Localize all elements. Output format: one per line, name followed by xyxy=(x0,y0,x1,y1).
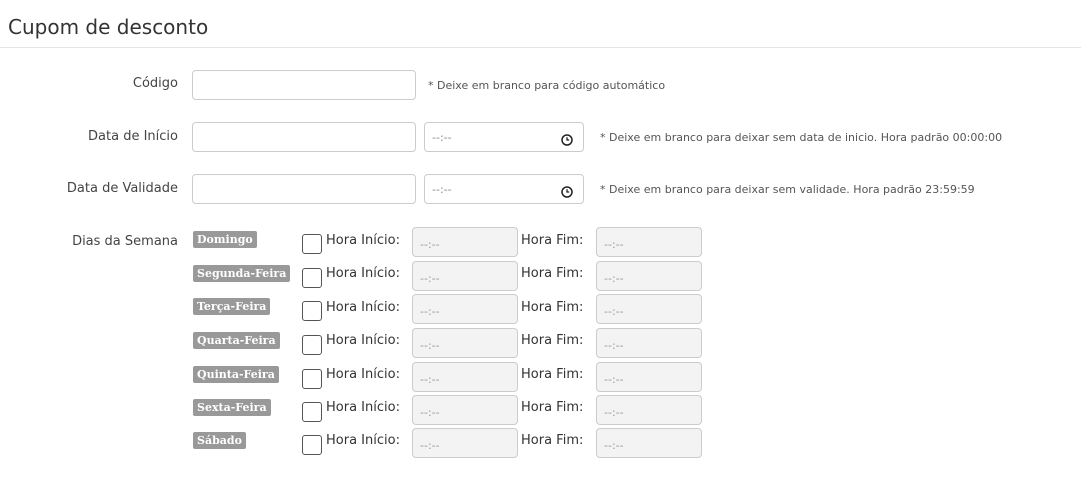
clock-icon[interactable] xyxy=(561,183,573,202)
day-checkbox-sexta[interactable] xyxy=(302,402,322,422)
hora-fim-input[interactable]: --:-- xyxy=(596,328,702,358)
day-badge-domingo: Domingo xyxy=(193,231,257,248)
hora-fim-label: Hora Fim: xyxy=(521,333,584,348)
hora-inicio-input[interactable]: --:-- xyxy=(412,362,518,392)
day-badge-quarta: Quarta-Feira xyxy=(193,332,280,349)
codigo-label: Código xyxy=(132,76,178,91)
time-placeholder: --:-- xyxy=(420,305,440,318)
page-title: Cupom de desconto xyxy=(8,15,209,39)
hora-fim-label: Hora Fim: xyxy=(521,266,584,281)
day-checkbox-quarta[interactable] xyxy=(302,335,322,355)
time-placeholder: --:-- xyxy=(432,131,452,144)
time-placeholder: --:-- xyxy=(604,439,624,452)
hora-fim-input[interactable]: --:-- xyxy=(596,227,702,257)
hora-inicio-label: Hora Início: xyxy=(326,266,400,281)
time-placeholder: --:-- xyxy=(420,238,440,251)
hora-inicio-label: Hora Início: xyxy=(326,333,400,348)
day-badge-terca: Terça-Feira xyxy=(193,298,271,315)
day-checkbox-quinta[interactable] xyxy=(302,369,322,389)
hora-inicio-input[interactable]: --:-- xyxy=(412,395,518,425)
hora-fim-input[interactable]: --:-- xyxy=(596,294,702,324)
data-validade-date-input[interactable] xyxy=(192,174,416,204)
time-placeholder: --:-- xyxy=(604,272,624,285)
title-divider xyxy=(0,47,1081,48)
codigo-input[interactable] xyxy=(192,70,416,100)
data-validade-time-input[interactable]: --:-- xyxy=(424,174,584,204)
time-placeholder: --:-- xyxy=(604,373,624,386)
hora-inicio-label: Hora Início: xyxy=(326,433,400,448)
data-validade-label: Data de Validade xyxy=(66,181,178,196)
time-placeholder: --:-- xyxy=(604,339,624,352)
time-placeholder: --:-- xyxy=(420,439,440,452)
data-inicio-date-input[interactable] xyxy=(192,122,416,152)
hora-inicio-input[interactable]: --:-- xyxy=(412,261,518,291)
data-inicio-label: Data de Início xyxy=(88,129,178,144)
day-checkbox-segunda[interactable] xyxy=(302,268,322,288)
hora-fim-input[interactable]: --:-- xyxy=(596,395,702,425)
time-placeholder: --:-- xyxy=(604,238,624,251)
time-placeholder: --:-- xyxy=(604,406,624,419)
codigo-hint: * Deixe em branco para código automático xyxy=(428,79,666,92)
hora-inicio-input[interactable]: --:-- xyxy=(412,428,518,458)
time-placeholder: --:-- xyxy=(420,373,440,386)
time-placeholder: --:-- xyxy=(420,272,440,285)
data-inicio-time-input[interactable]: --:-- xyxy=(424,122,584,152)
hora-inicio-input[interactable]: --:-- xyxy=(412,294,518,324)
day-badge-quinta: Quinta-Feira xyxy=(193,366,279,383)
hora-inicio-input[interactable]: --:-- xyxy=(412,328,518,358)
hora-inicio-label: Hora Início: xyxy=(326,400,400,415)
time-placeholder: --:-- xyxy=(432,183,452,196)
time-placeholder: --:-- xyxy=(420,406,440,419)
hora-inicio-label: Hora Início: xyxy=(326,300,400,315)
hora-fim-input[interactable]: --:-- xyxy=(596,261,702,291)
data-inicio-hint: * Deixe em branco para deixar sem data d… xyxy=(600,131,1003,144)
day-badge-sabado: Sábado xyxy=(193,432,246,449)
day-checkbox-terca[interactable] xyxy=(302,301,322,321)
time-placeholder: --:-- xyxy=(420,339,440,352)
hora-fim-label: Hora Fim: xyxy=(521,300,584,315)
hora-inicio-label: Hora Início: xyxy=(326,233,400,248)
day-checkbox-domingo[interactable] xyxy=(302,234,322,254)
hora-fim-input[interactable]: --:-- xyxy=(596,362,702,392)
data-validade-hint: * Deixe em branco para deixar sem valida… xyxy=(600,183,975,196)
hora-fim-label: Hora Fim: xyxy=(521,367,584,382)
day-badge-sexta: Sexta-Feira xyxy=(193,399,271,416)
clock-icon[interactable] xyxy=(561,131,573,150)
hora-inicio-input[interactable]: --:-- xyxy=(412,227,518,257)
day-checkbox-sabado[interactable] xyxy=(302,435,322,455)
hora-inicio-label: Hora Início: xyxy=(326,367,400,382)
dias-semana-label: Dias da Semana xyxy=(72,234,178,249)
time-placeholder: --:-- xyxy=(604,305,624,318)
day-badge-segunda: Segunda-Feira xyxy=(193,265,291,282)
hora-fim-label: Hora Fim: xyxy=(521,400,584,415)
hora-fim-label: Hora Fim: xyxy=(521,233,584,248)
hora-fim-label: Hora Fim: xyxy=(521,433,584,448)
hora-fim-input[interactable]: --:-- xyxy=(596,428,702,458)
